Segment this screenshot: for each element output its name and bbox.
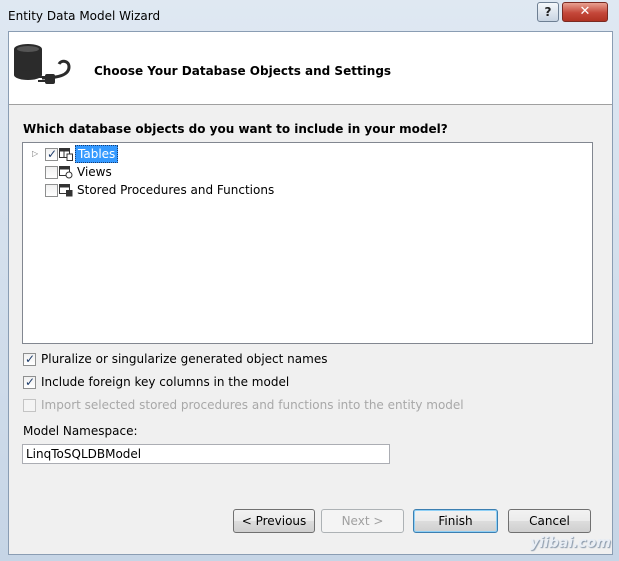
pluralize-checkbox[interactable] [23, 351, 36, 367]
expand-arrow-icon[interactable]: ▷ [32, 146, 38, 162]
cancel-button[interactable]: Cancel [508, 509, 591, 533]
title-bar[interactable]: Entity Data Model Wizard ? ✕ [0, 0, 619, 32]
watermark: yiibai.com [530, 535, 611, 551]
views-icon [59, 166, 73, 179]
dialog-client-area: Choose Your Database Objects and Setting… [8, 31, 613, 555]
window-title: Entity Data Model Wizard [8, 9, 161, 23]
close-button[interactable]: ✕ [562, 2, 608, 22]
tree-item-stored-procedures[interactable]: Stored Procedures and Functions [23, 182, 323, 198]
foreign-key-label[interactable]: Include foreign key columns in the model [41, 374, 289, 390]
previous-button[interactable]: < Previous [233, 509, 315, 533]
stored-procedures-checkbox[interactable] [45, 184, 58, 197]
help-button[interactable]: ? [537, 2, 559, 22]
model-namespace-label: Model Namespace: [23, 424, 138, 438]
next-button: Next > [321, 509, 404, 533]
wizard-header: Choose Your Database Objects and Setting… [9, 32, 612, 105]
header-title: Choose Your Database Objects and Setting… [94, 64, 392, 78]
stored-procedures-label[interactable]: Stored Procedures and Functions [77, 182, 274, 198]
views-checkbox[interactable] [45, 166, 58, 179]
tables-icon [59, 148, 73, 161]
dialog-window: Entity Data Model Wizard ? ✕ Choose Your… [0, 0, 619, 561]
tables-checkbox[interactable] [45, 146, 58, 162]
tree-item-tables[interactable]: ▷ Tables [23, 145, 323, 163]
import-procedures-checkbox [23, 399, 36, 412]
database-objects-tree[interactable]: ▷ Tables Views [22, 142, 593, 344]
tree-item-views[interactable]: Views [23, 164, 323, 180]
import-procedures-label: Import selected stored procedures and fu… [41, 398, 464, 412]
views-label[interactable]: Views [77, 164, 112, 180]
database-plug-icon [14, 44, 71, 84]
foreign-key-checkbox[interactable] [23, 374, 36, 390]
finish-button[interactable]: Finish [413, 509, 498, 533]
stored-procedures-icon [59, 184, 73, 197]
model-namespace-input[interactable] [22, 444, 390, 464]
tables-label[interactable]: Tables [75, 145, 119, 163]
objects-question-label: Which database objects do you want to in… [23, 122, 448, 136]
pluralize-label[interactable]: Pluralize or singularize generated objec… [41, 351, 327, 367]
